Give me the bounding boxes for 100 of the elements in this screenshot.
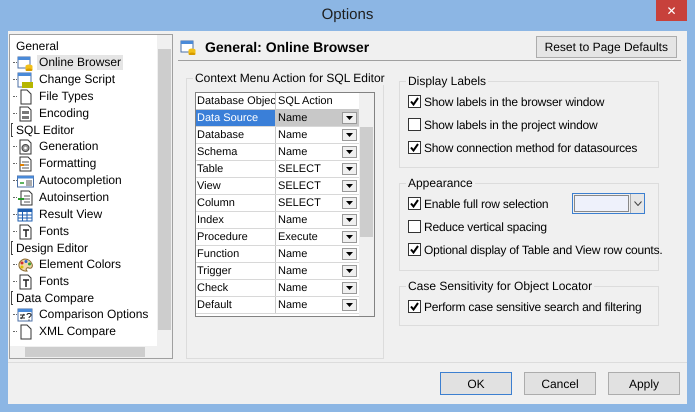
close-button[interactable]: ✕ xyxy=(656,0,687,21)
caret-icon xyxy=(346,150,353,154)
tree-item[interactable]: Online Browser xyxy=(37,55,124,70)
table-cell[interactable]: Default xyxy=(196,297,276,313)
tree-group[interactable]: General xyxy=(16,37,59,55)
compare-window-icon xyxy=(17,306,34,322)
caret-icon xyxy=(346,218,353,222)
checkbox-label[interactable]: Show labels in the browser window xyxy=(424,92,604,110)
caret-icon xyxy=(346,201,353,205)
tree-item[interactable]: XML Compare xyxy=(37,324,118,339)
scrollbar[interactable] xyxy=(10,346,172,358)
check-icon xyxy=(410,302,419,311)
caret-icon xyxy=(346,286,353,290)
group-title: Context Menu Action for SQL Editor xyxy=(193,71,387,85)
check-icon xyxy=(410,199,419,208)
tree-item[interactable]: Comparison Options xyxy=(37,307,150,322)
color-dropdown[interactable] xyxy=(572,193,645,214)
scrollbar[interactable] xyxy=(359,93,374,316)
tree-item[interactable]: Element Colors xyxy=(37,257,124,272)
tree-item[interactable]: Formatting xyxy=(37,156,98,171)
action-dropdown[interactable]: Execute xyxy=(276,229,359,245)
table-cell[interactable]: Database xyxy=(196,127,276,143)
checkbox[interactable] xyxy=(408,220,421,233)
checkbox[interactable] xyxy=(408,197,421,210)
window-database-icon xyxy=(17,54,34,70)
group-title: Display Labels xyxy=(406,74,488,88)
action-dropdown[interactable]: SELECT xyxy=(276,178,359,194)
table-cell[interactable]: Data Source xyxy=(196,110,276,126)
checkbox-label[interactable]: Enable full row selection xyxy=(424,194,548,212)
caret-icon xyxy=(346,269,353,273)
font-icon xyxy=(17,274,34,290)
palette-icon xyxy=(17,256,34,272)
action-dropdown[interactable]: SELECT xyxy=(276,161,359,177)
action-dropdown[interactable]: Name xyxy=(276,297,359,313)
encoding-icon xyxy=(17,106,34,122)
insert-page-icon xyxy=(17,190,34,206)
table-icon xyxy=(17,206,34,222)
caret-icon xyxy=(346,252,353,256)
checkbox[interactable] xyxy=(408,300,421,313)
caret-icon xyxy=(346,116,353,120)
checkbox[interactable] xyxy=(408,243,421,256)
action-dropdown[interactable]: Name xyxy=(276,280,359,296)
chevron-down-icon xyxy=(634,201,642,206)
column-header: SQL Action xyxy=(277,94,334,109)
group-title: Appearance xyxy=(406,176,475,190)
list-window-icon xyxy=(17,172,34,188)
tree-item[interactable]: Autocompletion xyxy=(37,173,124,188)
tree-item[interactable]: Autoinsertion xyxy=(37,190,112,205)
window-title: Options xyxy=(322,5,374,26)
table-cell[interactable]: Check xyxy=(196,280,276,296)
window-sql-icon xyxy=(17,72,34,88)
check-icon xyxy=(410,97,419,106)
action-dropdown[interactable]: Name xyxy=(276,127,359,143)
reset-button[interactable]: Reset to Page Defaults xyxy=(536,36,677,58)
action-dropdown[interactable]: Name xyxy=(276,212,359,228)
tree-item[interactable]: Generation xyxy=(37,139,100,154)
dialog-button[interactable]: Cancel xyxy=(524,372,596,395)
check-icon xyxy=(410,245,419,254)
caret-icon xyxy=(346,235,353,239)
page-title: General: Online Browser xyxy=(205,38,370,56)
table-cell[interactable]: Index xyxy=(196,212,276,228)
action-dropdown[interactable]: Name xyxy=(276,263,359,279)
tree-item[interactable]: Fonts xyxy=(37,274,72,289)
tree-item[interactable]: Result View xyxy=(37,207,104,222)
tree-item[interactable]: File Types xyxy=(37,89,96,104)
checkbox-label[interactable]: Show connection method for datasources xyxy=(424,138,638,156)
checkbox[interactable] xyxy=(408,118,421,131)
window-database-icon xyxy=(180,39,197,55)
table-cell[interactable]: Procedure xyxy=(196,229,276,245)
action-dropdown[interactable]: Name xyxy=(276,110,359,126)
action-dropdown[interactable]: Name xyxy=(276,246,359,262)
font-icon xyxy=(17,224,34,240)
tree-group[interactable]: Data Compare xyxy=(16,289,94,307)
tree-group[interactable]: Design Editor xyxy=(16,239,88,257)
table-cell[interactable]: Function xyxy=(196,246,276,262)
table-cell[interactable]: Schema xyxy=(196,144,276,160)
checkbox[interactable] xyxy=(408,141,421,154)
tree-item[interactable]: Encoding xyxy=(37,106,92,121)
group-title: Case Sensitivity for Object Locator xyxy=(406,279,594,293)
caret-icon xyxy=(346,184,353,188)
tree-item[interactable]: Change Script xyxy=(37,72,118,87)
table-cell[interactable]: Table xyxy=(196,161,276,177)
caret-icon xyxy=(346,133,353,137)
gear-icon xyxy=(17,138,34,154)
caret-icon xyxy=(346,303,353,307)
table-cell[interactable]: Trigger xyxy=(196,263,276,279)
checkbox-label[interactable]: Show labels in the project window xyxy=(424,116,598,134)
checkbox[interactable] xyxy=(408,95,421,108)
table-cell[interactable]: View xyxy=(196,178,276,194)
dialog-button[interactable]: Apply xyxy=(608,372,680,395)
dialog-button[interactable]: OK xyxy=(440,372,512,395)
table-cell[interactable]: Column xyxy=(196,195,276,211)
action-dropdown[interactable]: Name xyxy=(276,144,359,160)
checkbox-label[interactable]: Optional display of Table and View row counts. xyxy=(424,240,663,258)
check-icon xyxy=(410,143,419,152)
action-dropdown[interactable]: SELECT xyxy=(276,195,359,211)
tree-item[interactable]: Fonts xyxy=(37,224,72,239)
scrollbar[interactable] xyxy=(157,35,172,346)
tree-group[interactable]: SQL Editor xyxy=(16,121,74,139)
checkbox-label[interactable]: Reduce vertical spacing xyxy=(424,218,547,236)
